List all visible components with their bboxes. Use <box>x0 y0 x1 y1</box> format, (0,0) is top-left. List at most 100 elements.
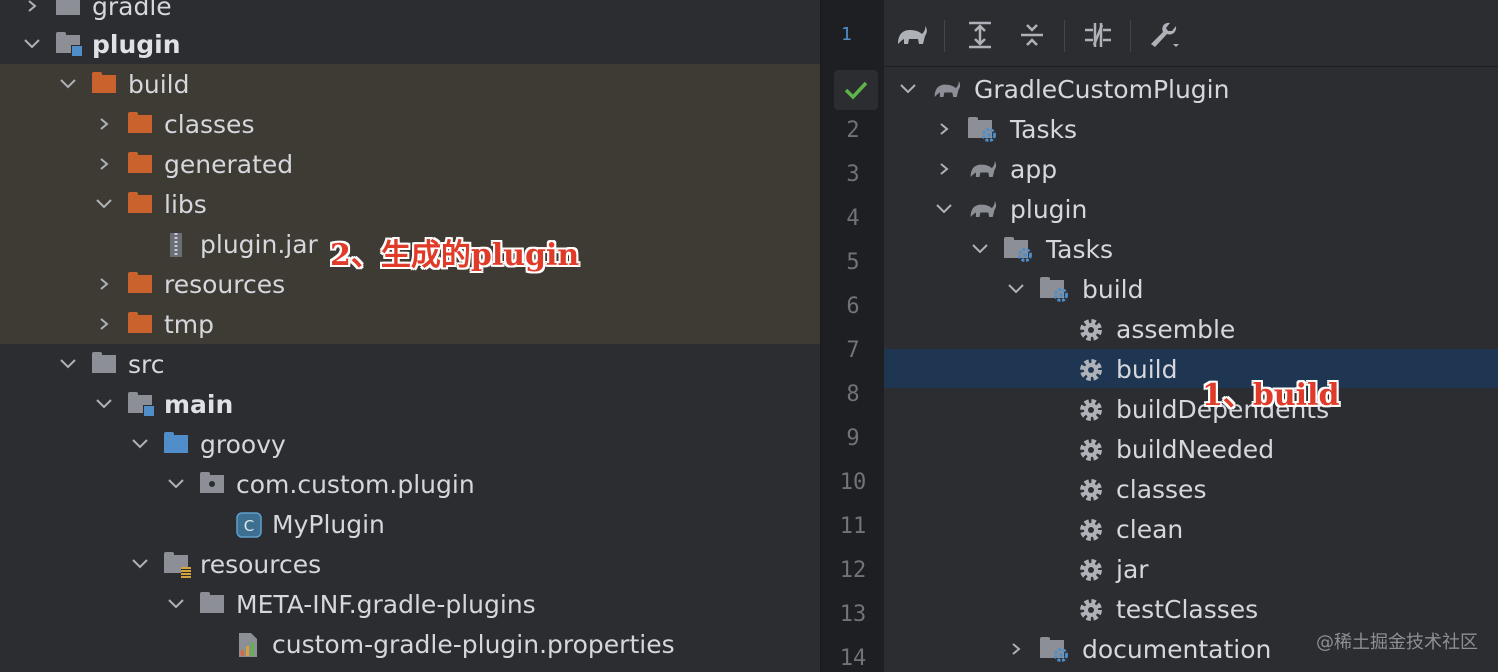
tree-row-plugin-jar[interactable]: plugin.jar <box>128 224 318 264</box>
gradle-row-tasks[interactable]: Tasks <box>932 109 1077 149</box>
chevron-right-icon[interactable] <box>92 152 116 176</box>
properties-file-icon <box>236 632 260 657</box>
chevron-down-icon[interactable] <box>92 192 116 216</box>
chevron-right-icon[interactable] <box>932 157 956 181</box>
gradle-label: GradleCustomPlugin <box>974 74 1230 104</box>
gradle-label: build <box>1116 354 1178 384</box>
gradle-task-assemble[interactable]: assemble <box>1078 309 1235 349</box>
line-number: 6 <box>846 294 860 319</box>
chevron-down-icon[interactable] <box>1004 277 1028 301</box>
excluded-folder-icon <box>128 152 152 176</box>
gear-icon <box>1078 517 1104 541</box>
chevron-down-icon[interactable] <box>20 32 44 56</box>
chevron-down-icon[interactable] <box>128 432 152 456</box>
gradle-label: testClasses <box>1116 594 1259 624</box>
module-folder-icon <box>56 0 80 18</box>
tree-label: classes <box>164 109 255 139</box>
tree-row-src[interactable]: src <box>56 344 165 384</box>
tree-label: plugin.jar <box>200 229 318 259</box>
project-tree-panel: gradle plugin build classes generated li… <box>0 0 820 672</box>
tree-label: gradle <box>92 0 172 21</box>
chevron-down-icon[interactable] <box>128 552 152 576</box>
expand-all-icon[interactable] <box>962 17 998 53</box>
chevron-down-icon[interactable] <box>56 352 80 376</box>
tree-label: main <box>164 389 234 419</box>
tree-row-build-resources[interactable]: resources <box>92 264 285 304</box>
gradle-label: assemble <box>1116 314 1236 344</box>
gradle-row-plugin-tasks[interactable]: Tasks <box>968 229 1113 269</box>
gradle-task-classes[interactable]: classes <box>1078 469 1206 509</box>
gradle-elephant-icon <box>932 77 962 101</box>
gradle-task-clean[interactable]: clean <box>1078 509 1183 549</box>
gear-icon <box>1078 357 1104 381</box>
tree-row-myplugin[interactable]: C MyPlugin <box>200 504 385 544</box>
tree-label: tmp <box>164 309 215 339</box>
chevron-down-icon[interactable] <box>92 392 116 416</box>
tree-row-gradle[interactable]: gradle <box>20 0 172 26</box>
toggle-offline-icon[interactable] <box>1080 17 1116 53</box>
chevron-right-icon[interactable] <box>92 112 116 136</box>
chevron-down-icon[interactable] <box>164 472 188 496</box>
gradle-label: documentation <box>1082 634 1272 664</box>
groovy-class-icon: C <box>236 512 262 538</box>
gradle-label: clean <box>1116 514 1184 544</box>
excluded-folder-icon <box>128 112 152 136</box>
chevron-down-icon[interactable] <box>896 77 920 101</box>
tree-label: META-INF.gradle-plugins <box>236 589 536 619</box>
tree-row-generated[interactable]: generated <box>92 144 293 184</box>
line-number: 9 <box>846 426 860 451</box>
annotation-generated-plugin: 2、生成的plugin <box>330 238 580 273</box>
gradle-row-plugin[interactable]: plugin <box>932 189 1087 229</box>
chevron-down-icon[interactable] <box>968 237 992 261</box>
gradle-row-build-group[interactable]: build <box>1004 269 1143 309</box>
build-tool-settings-icon[interactable] <box>1146 17 1182 53</box>
gradle-row-app[interactable]: app <box>932 149 1057 189</box>
gradle-task-buildneeded[interactable]: buildNeeded <box>1078 429 1274 469</box>
gradle-task-jar[interactable]: jar <box>1078 549 1149 589</box>
gradle-task-build[interactable]: build <box>1078 349 1177 389</box>
line-number: 11 <box>839 514 867 539</box>
tree-row-properties-file[interactable]: custom-gradle-plugin.properties <box>200 624 675 664</box>
line-marker: 1 <box>841 24 852 45</box>
gradle-label: buildNeeded <box>1116 434 1275 464</box>
tree-label: MyPlugin <box>272 509 385 539</box>
tree-row-main[interactable]: main <box>92 384 233 424</box>
chevron-down-icon[interactable] <box>56 72 80 96</box>
line-number: 4 <box>846 206 860 231</box>
tree-row-groovy[interactable]: groovy <box>128 424 286 464</box>
gutter-header: 1 <box>821 0 885 64</box>
editor-gutter: 1 2 3 4 5 6 7 8 9 10 11 12 13 14 <box>820 0 885 672</box>
source-folder-icon <box>164 432 188 456</box>
task-folder-icon <box>1004 237 1034 262</box>
chevron-right-icon[interactable] <box>92 312 116 336</box>
tree-row-tmp[interactable]: tmp <box>92 304 214 344</box>
line-number: 3 <box>846 162 860 187</box>
gradle-label: classes <box>1116 474 1207 504</box>
tree-row-libs[interactable]: libs <box>92 184 207 224</box>
tree-row-meta-inf[interactable]: META-INF.gradle-plugins <box>164 584 536 624</box>
gradle-label: build <box>1082 274 1144 304</box>
chevron-down-icon[interactable] <box>164 592 188 616</box>
tree-row-package[interactable]: com.custom.plugin <box>164 464 475 504</box>
tree-row-classes[interactable]: classes <box>92 104 254 144</box>
tree-label: generated <box>164 149 294 179</box>
chevron-down-icon[interactable] <box>932 197 956 221</box>
annotation-build: 1、build <box>1202 378 1340 413</box>
tree-row-plugin[interactable]: plugin <box>20 24 181 64</box>
gradle-elephant-icon[interactable] <box>894 17 930 53</box>
task-folder-icon <box>968 117 998 142</box>
chevron-right-icon[interactable] <box>1004 637 1028 661</box>
line-number: 14 <box>839 646 867 671</box>
gradle-row-root[interactable]: GradleCustomPlugin <box>896 69 1229 109</box>
chevron-right-icon[interactable] <box>932 117 956 141</box>
line-number: 13 <box>839 602 867 627</box>
chevron-right-icon[interactable] <box>92 272 116 296</box>
gradle-row-documentation[interactable]: documentation <box>1004 629 1271 669</box>
check-mark-icon[interactable] <box>834 70 878 110</box>
collapse-all-icon[interactable] <box>1014 17 1050 53</box>
gradle-task-testclasses[interactable]: testClasses <box>1078 589 1258 629</box>
chevron-right-icon[interactable] <box>20 0 44 18</box>
gear-icon <box>1078 397 1104 421</box>
tree-row-build[interactable]: build <box>56 64 189 104</box>
tree-row-src-resources[interactable]: resources <box>128 544 321 584</box>
